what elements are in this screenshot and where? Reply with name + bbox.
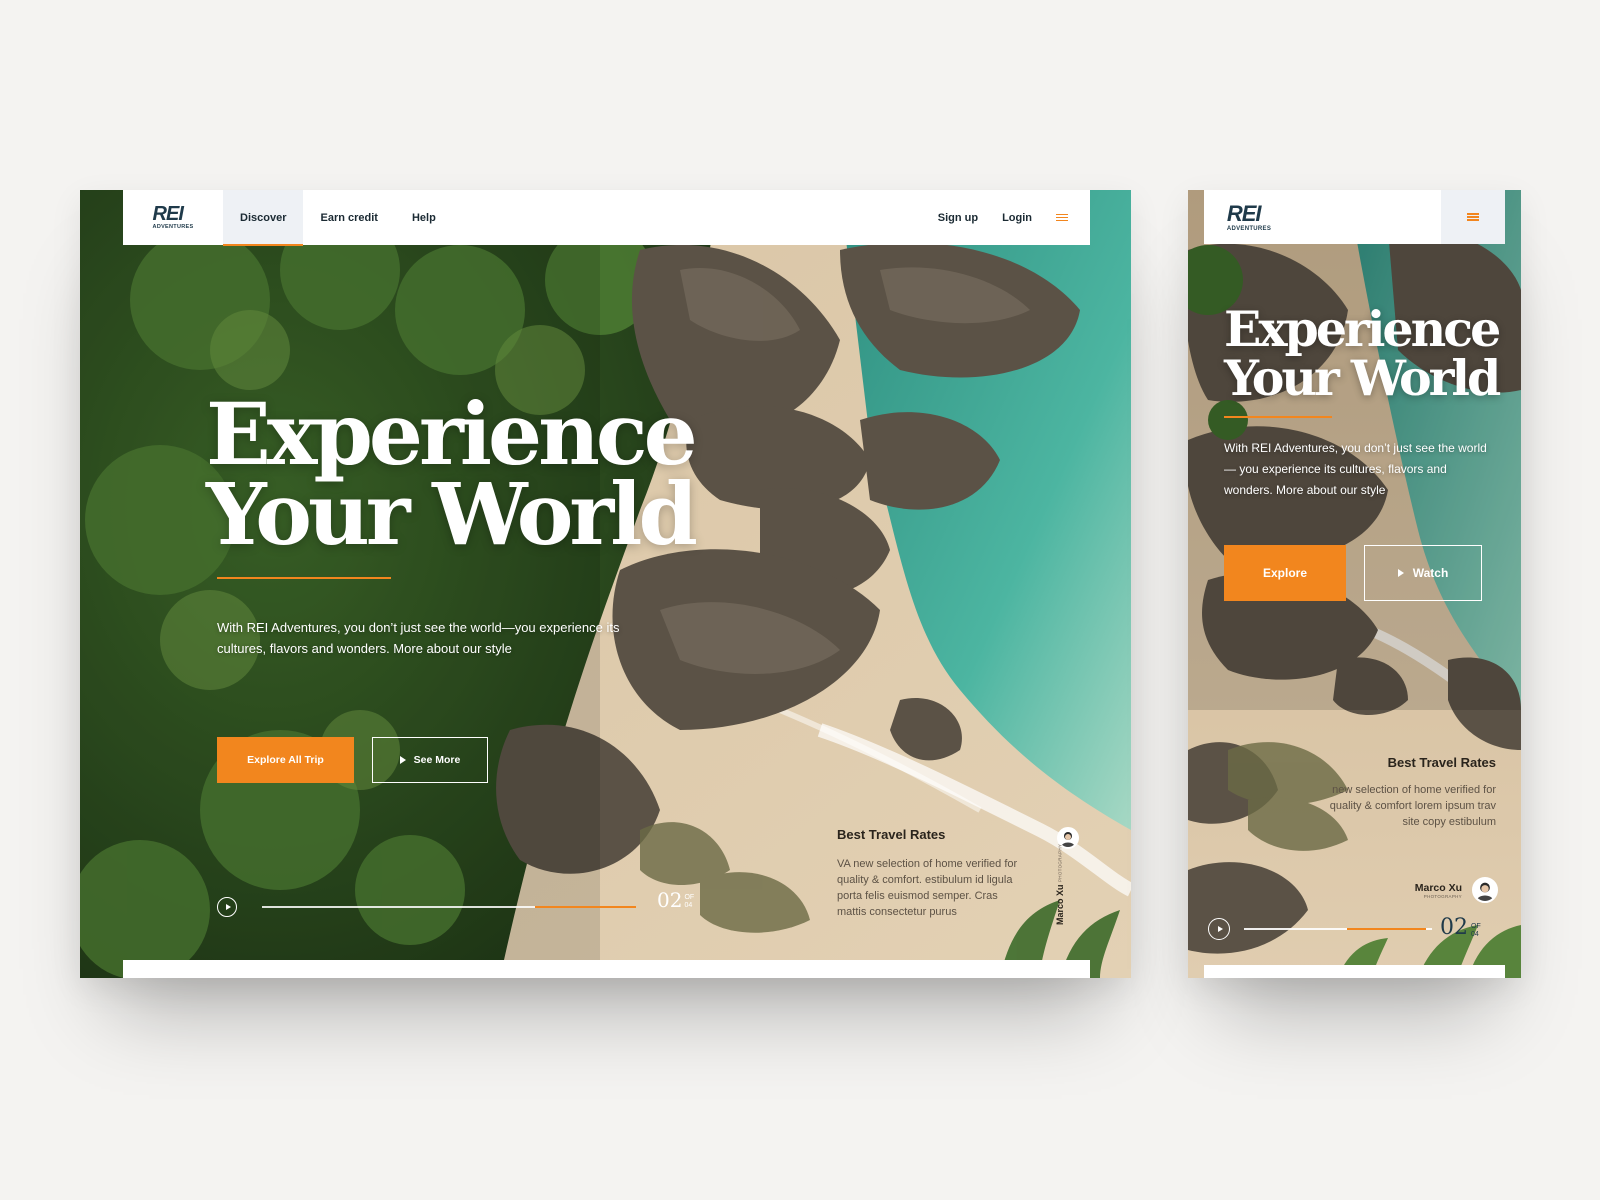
slide-total: 04 xyxy=(684,902,693,909)
hero-description: With REI Adventures, you don’t just see … xyxy=(217,620,620,656)
rates-title: Best Travel Rates xyxy=(1387,755,1496,770)
content-section-edge xyxy=(1204,965,1505,978)
nav-item-discover[interactable]: Discover xyxy=(223,190,304,246)
play-icon xyxy=(399,756,406,764)
logo-subtext: ADVENTURES xyxy=(1226,225,1272,232)
slider-progress-fill xyxy=(1347,928,1427,930)
nav-item-help[interactable]: Help xyxy=(395,190,453,245)
hamburger-menu-icon xyxy=(1467,213,1479,221)
photographer-role: PHOTOGRAPHY xyxy=(1057,844,1063,883)
slider-play-icon[interactable] xyxy=(1208,918,1230,940)
sign-up-link[interactable]: Sign up xyxy=(926,212,990,224)
slide-current: 02 xyxy=(1440,915,1468,940)
see-more-button[interactable]: See More xyxy=(372,737,488,783)
login-link[interactable]: Login xyxy=(990,212,1044,224)
explore-all-trip-button[interactable]: Explore All Trip xyxy=(217,737,354,783)
headline-line-2: Your World xyxy=(1224,349,1501,407)
slider-play-icon[interactable] xyxy=(217,897,237,917)
best-travel-rates-card: Best Travel Rates VA new selection of ho… xyxy=(837,827,1027,920)
slide-of: OF xyxy=(684,894,695,901)
play-icon xyxy=(1397,569,1404,577)
mobile-hero-description: With REI Adventures, you don’t just see … xyxy=(1224,441,1487,497)
mobile-hero-headline: Experience Your World xyxy=(1224,300,1501,407)
headline-line-1: Experience xyxy=(206,385,698,485)
headline-underline xyxy=(1224,416,1332,418)
slide-total: 04 xyxy=(1471,931,1479,938)
mobile-landing-frame: REI ADVENTURES Experience Your World Wit… xyxy=(1188,190,1521,978)
photographer-credit: Marco Xu PHOTOGRAPHY xyxy=(1055,827,1081,947)
see-more-label: See More xyxy=(413,754,461,766)
slider-progress-track[interactable] xyxy=(1244,928,1432,930)
watch-label: Watch xyxy=(1412,566,1449,580)
slide-of: OF xyxy=(1471,923,1481,930)
rates-title: Best Travel Rates xyxy=(837,827,946,842)
mobile-top-navigation-bar: REI ADVENTURES xyxy=(1204,190,1505,244)
slide-counter: 02 OF 04 xyxy=(657,890,694,910)
logo-subtext: ADVENTURES xyxy=(152,224,194,231)
watch-button[interactable]: Watch xyxy=(1364,545,1482,601)
content-section-edge xyxy=(123,960,1090,978)
headline-underline xyxy=(217,577,391,579)
mobile-best-travel-rates-card: Best Travel Rates new selection of home … xyxy=(1318,755,1496,830)
avatar[interactable] xyxy=(1472,877,1498,903)
rates-text: VA new selection of home verified for qu… xyxy=(837,858,1018,918)
rates-text: new selection of home verified for quali… xyxy=(1329,784,1496,828)
desktop-landing-frame: REI ADVENTURES Discover Earn credit Help… xyxy=(80,190,1131,978)
logo-text: REI xyxy=(152,203,184,226)
headline-line-2: Your World xyxy=(206,465,698,565)
rei-logo[interactable]: REI ADVENTURES xyxy=(1204,200,1294,232)
photographer-name: Marco Xu xyxy=(1055,884,1065,925)
rei-logo[interactable]: REI ADVENTURES xyxy=(123,190,223,245)
slide-current: 02 xyxy=(657,888,683,912)
photographer-role: PHOTOGRAPHY xyxy=(1423,893,1462,899)
mobile-photographer-credit: Marco Xu PHOTOGRAPHY xyxy=(1368,877,1498,903)
headline-line-1: Experience xyxy=(1224,300,1501,358)
explore-button[interactable]: Explore xyxy=(1224,545,1346,601)
photographer-name: Marco Xu xyxy=(1414,881,1462,894)
slider-progress-fill xyxy=(535,906,636,908)
top-navigation-bar: REI ADVENTURES Discover Earn credit Help… xyxy=(123,190,1090,246)
mobile-menu-button[interactable] xyxy=(1441,190,1505,244)
logo-text: REI xyxy=(1226,200,1262,226)
hero-headline: Experience Your World xyxy=(206,385,698,565)
hamburger-menu-icon[interactable] xyxy=(1056,213,1068,222)
slide-counter: 02 OF 04 xyxy=(1440,917,1481,939)
nav-item-earn-credit[interactable]: Earn credit xyxy=(303,190,394,245)
slider-progress-track[interactable] xyxy=(262,906,636,908)
